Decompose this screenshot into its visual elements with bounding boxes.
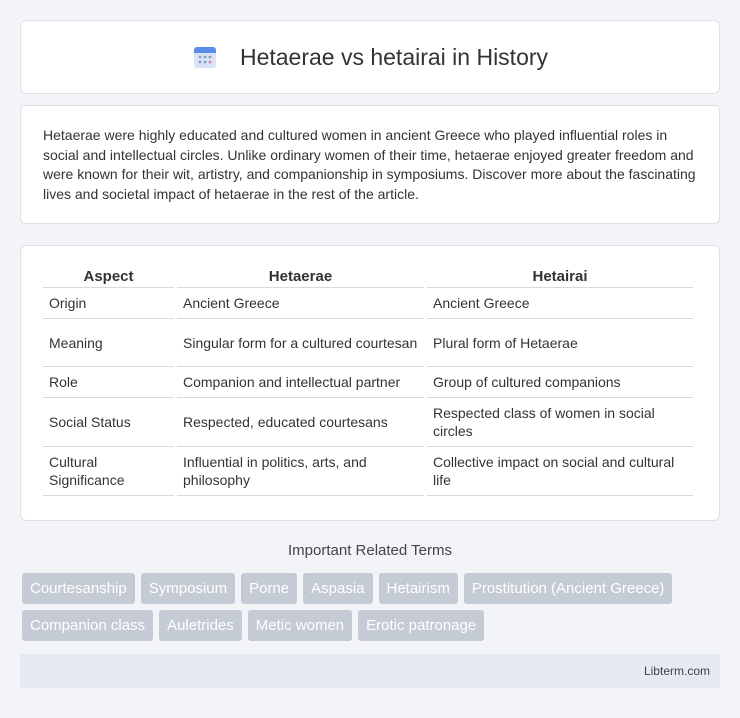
related-terms-list: Courtesanship Symposium Porne Aspasia He… (22, 573, 722, 647)
tag-prostitution-ancient-greece[interactable]: Prostitution (Ancient Greece) (463, 573, 673, 604)
table-row: Origin Ancient Greece Ancient Greece (43, 288, 693, 319)
table-cell: Influential in politics, arts, and philo… (177, 447, 424, 496)
table-cell: Cultural Significance (43, 447, 174, 496)
intro-text: Hetaerae were highly educated and cultur… (43, 127, 696, 202)
tag-metic-women[interactable]: Metic women (247, 610, 353, 641)
header-aspect: Aspect (43, 266, 174, 288)
tag-aspasia[interactable]: Aspasia (303, 573, 373, 604)
table-header-row: Aspect Hetaerae Hetairai (43, 266, 693, 288)
table-row: Social Status Respected, educated courte… (43, 398, 693, 447)
table-row: Meaning Singular form for a cultured cou… (43, 319, 693, 367)
table-cell: Respected, educated courtesans (177, 398, 424, 447)
tag-companion-class[interactable]: Companion class (22, 610, 154, 641)
table-cell: Singular form for a cultured courtesan (177, 319, 424, 367)
related-terms-heading: Important Related Terms (288, 542, 452, 559)
comparison-card: Aspect Hetaerae Hetairai Origin Ancient … (20, 245, 720, 521)
title-card: Hetaerae vs hetairai in History (20, 20, 720, 94)
table-cell: Group of cultured companions (427, 367, 693, 398)
table-cell: Ancient Greece (427, 288, 693, 319)
calendar-icon (193, 47, 216, 68)
tag-symposium[interactable]: Symposium (140, 573, 236, 604)
tag-row: Courtesanship Symposium Porne Aspasia He… (22, 573, 722, 604)
table-cell: Respected class of women in social circl… (427, 398, 693, 447)
footer: Libterm.com (20, 654, 720, 688)
table-cell: Role (43, 367, 174, 398)
table-cell: Ancient Greece (177, 288, 424, 319)
tag-erotic-patronage[interactable]: Erotic patronage (358, 610, 485, 641)
table-row: Role Companion and intellectual partner … (43, 367, 693, 398)
tag-row: Companion class Auletrides Metic women E… (22, 610, 722, 641)
table-cell: Origin (43, 288, 174, 319)
tag-courtesanship[interactable]: Courtesanship (22, 573, 135, 604)
table-cell: Meaning (43, 319, 174, 367)
table-cell: Companion and intellectual partner (177, 367, 424, 398)
table-row: Cultural Significance Influential in pol… (43, 447, 693, 496)
table-cell: Plural form of Hetaerae (427, 319, 693, 367)
tag-auletrides[interactable]: Auletrides (159, 610, 242, 641)
intro-card: Hetaerae were highly educated and cultur… (20, 105, 720, 224)
tag-hetairism[interactable]: Hetairism (378, 573, 458, 604)
comparison-table: Aspect Hetaerae Hetairai Origin Ancient … (40, 266, 696, 496)
header-hetaerae: Hetaerae (177, 266, 424, 288)
table-cell: Social Status (43, 398, 174, 447)
header-hetairai: Hetairai (427, 266, 693, 288)
tag-porne[interactable]: Porne (241, 573, 298, 604)
footer-site-link[interactable]: Libterm.com (644, 664, 710, 678)
table-cell: Collective impact on social and cultural… (427, 447, 693, 496)
page-title: Hetaerae vs hetairai in History (239, 43, 549, 70)
